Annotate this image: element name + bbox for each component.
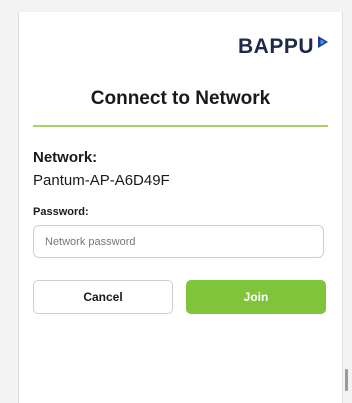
join-button[interactable]: Join bbox=[186, 280, 326, 314]
network-label: Network: bbox=[33, 149, 98, 166]
password-label: Password: bbox=[33, 206, 89, 218]
logo-text: BAPPU bbox=[237, 35, 314, 58]
play-arrow-icon bbox=[318, 35, 328, 48]
password-input[interactable] bbox=[33, 225, 324, 258]
cancel-button[interactable]: Cancel bbox=[33, 280, 173, 314]
connect-dialog: BAPPU Connect to Network Network: Pantum… bbox=[18, 12, 348, 403]
scrollbar-thumb[interactable] bbox=[345, 369, 348, 391]
brand-logo: BAPPU bbox=[237, 35, 330, 58]
dialog-title: Connect to Network bbox=[90, 88, 271, 109]
network-name: Pantum-AP-A6D49F bbox=[33, 172, 170, 189]
title-divider bbox=[33, 125, 328, 127]
